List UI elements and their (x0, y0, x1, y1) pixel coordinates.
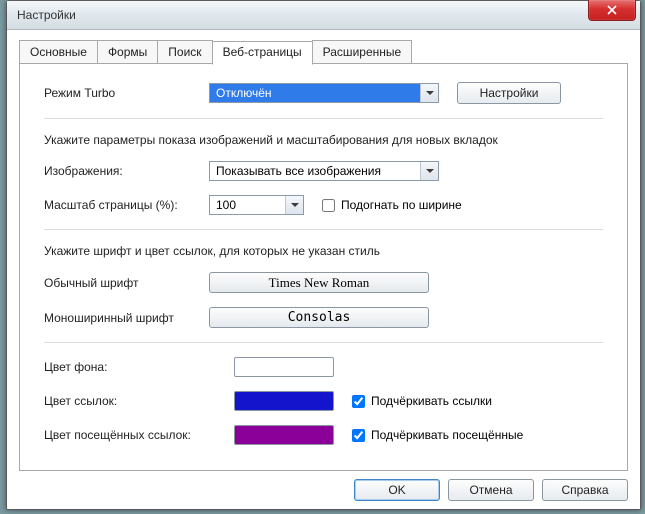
divider (44, 342, 603, 343)
zoom-combo[interactable]: 100 (209, 195, 304, 215)
chevron-down-icon (420, 84, 438, 102)
fit-width-label: Подогнать по ширине (341, 198, 462, 212)
ok-button[interactable]: OK (354, 479, 440, 501)
normal-font-button[interactable]: Times New Roman (209, 272, 429, 293)
images-value: Показывать все изображения (210, 161, 420, 181)
tab-forms[interactable]: Формы (97, 40, 158, 64)
link-color-label: Цвет ссылок: (44, 394, 234, 408)
divider (44, 229, 603, 230)
chevron-down-icon (420, 162, 438, 180)
turbo-settings-button[interactable]: Настройки (457, 82, 561, 104)
bg-color-button[interactable] (234, 357, 334, 377)
divider (44, 118, 603, 119)
underline-visited-checkbox[interactable]: Подчёркивать посещённые (352, 428, 523, 442)
bg-color-label: Цвет фона: (44, 360, 234, 374)
visited-color-label: Цвет посещённых ссылок: (44, 428, 234, 442)
mono-font-button[interactable]: Consolas (209, 307, 429, 328)
underline-links-checkbox[interactable]: Подчёркивать ссылки (352, 394, 492, 408)
images-combo[interactable]: Показывать все изображения (209, 161, 439, 181)
tab-webpages[interactable]: Веб-страницы (212, 41, 313, 65)
tab-panel-webpages: Режим Turbo Отключён Настройки Укажите п… (19, 63, 628, 471)
help-button[interactable]: Справка (542, 479, 628, 501)
visited-color-button[interactable] (234, 425, 334, 445)
client-area: Основные Формы Поиск Веб-страницы Расшир… (7, 30, 640, 509)
images-hint: Укажите параметры показа изображений и м… (44, 133, 603, 147)
mono-font-label: Моноширинный шрифт (44, 311, 209, 325)
underline-visited-input[interactable] (352, 429, 365, 442)
link-color-button[interactable] (234, 391, 334, 411)
titlebar[interactable]: Настройки (7, 1, 640, 30)
close-button[interactable] (588, 0, 636, 21)
zoom-value: 100 (210, 195, 285, 215)
cancel-button[interactable]: Отмена (448, 479, 534, 501)
zoom-label: Масштаб страницы (%): (44, 198, 209, 212)
tab-general[interactable]: Основные (19, 40, 98, 64)
settings-window: Настройки Основные Формы Поиск Веб-стран… (6, 0, 641, 510)
window-title: Настройки (17, 8, 76, 22)
close-icon (607, 5, 617, 15)
tab-search[interactable]: Поиск (157, 40, 212, 64)
turbo-value: Отключён (210, 83, 420, 103)
chevron-down-icon (285, 196, 303, 214)
fit-width-input[interactable] (322, 199, 335, 212)
fonts-hint: Укажите шрифт и цвет ссылок, для которых… (44, 244, 603, 258)
images-label: Изображения: (44, 164, 209, 178)
normal-font-label: Обычный шрифт (44, 276, 209, 290)
tab-advanced[interactable]: Расширенные (312, 40, 413, 64)
tabstrip: Основные Формы Поиск Веб-страницы Расшир… (19, 40, 628, 64)
underline-links-label: Подчёркивать ссылки (371, 394, 492, 408)
underline-visited-label: Подчёркивать посещённые (371, 428, 523, 442)
fit-width-checkbox[interactable]: Подогнать по ширине (322, 198, 462, 212)
turbo-combo[interactable]: Отключён (209, 83, 439, 103)
underline-links-input[interactable] (352, 395, 365, 408)
turbo-label: Режим Turbo (44, 86, 209, 100)
dialog-buttons: OK Отмена Справка (19, 471, 628, 501)
